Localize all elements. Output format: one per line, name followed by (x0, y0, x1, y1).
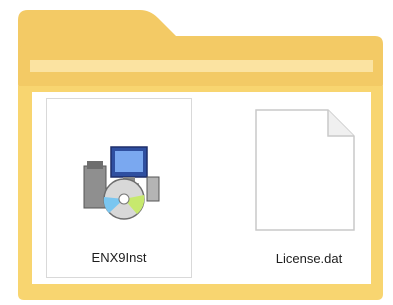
generic-file-icon (236, 102, 382, 232)
file-item-enx9inst[interactable]: ENX9Inst (46, 98, 192, 278)
file-item-license-dat[interactable]: License.dat (236, 98, 382, 278)
installer-exe-icon (47, 103, 191, 233)
file-name-label: License.dat (275, 251, 343, 266)
file-name-label: ENX9Inst (91, 250, 147, 265)
